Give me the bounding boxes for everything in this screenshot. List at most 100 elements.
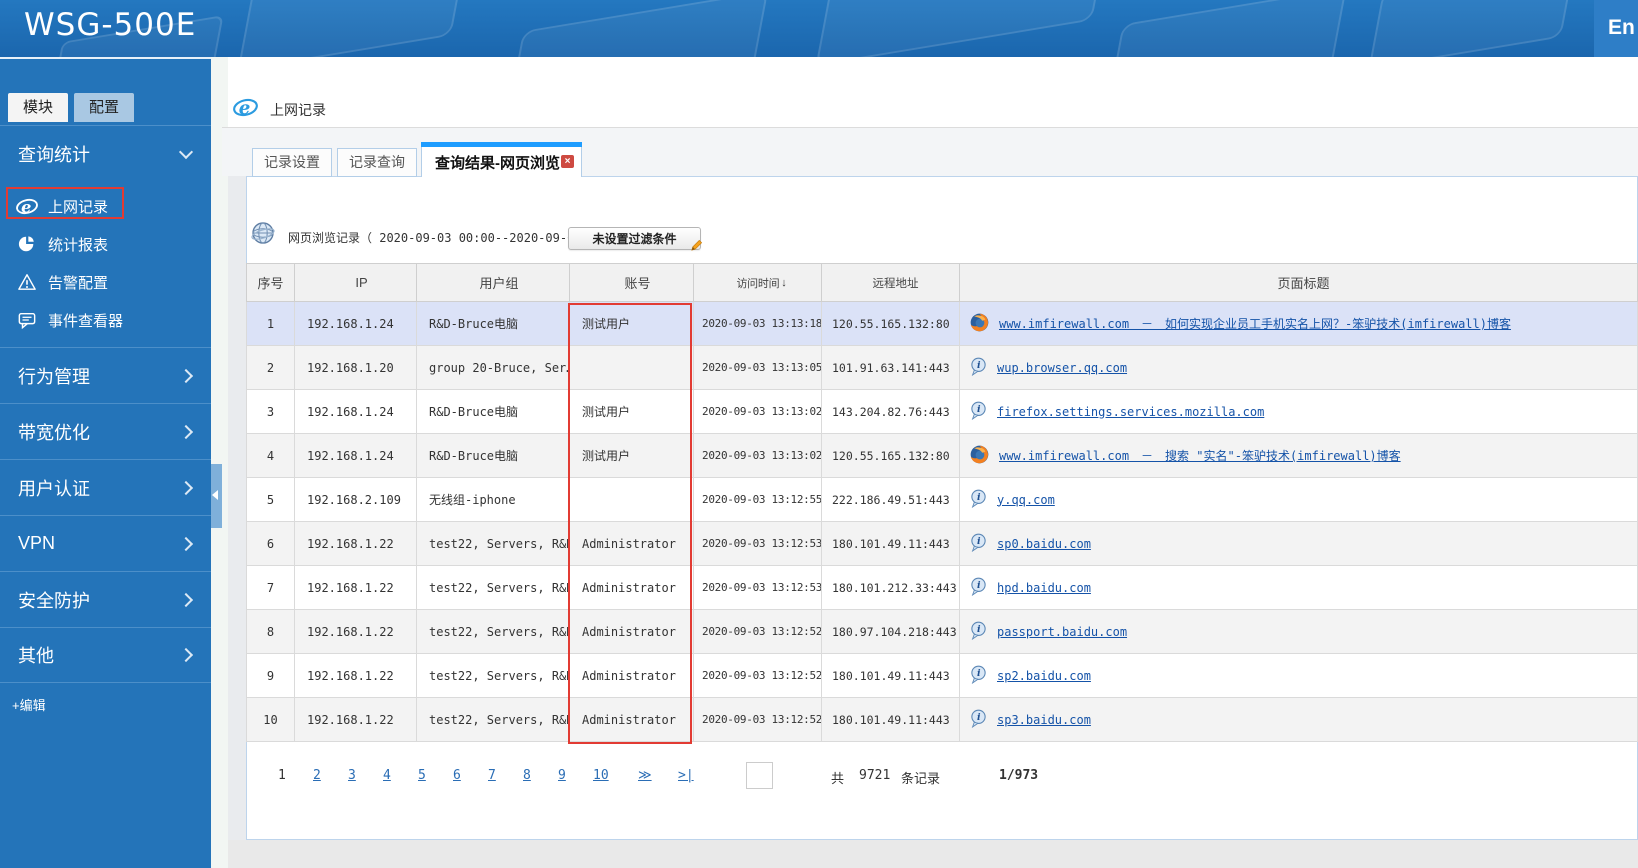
total-prefix-label: 共 <box>831 771 845 786</box>
page-link[interactable]: 6 <box>453 768 461 783</box>
chevron-right-icon <box>178 592 194 607</box>
table-cell: 192.168.1.24 <box>295 302 417 345</box>
language-switch[interactable]: En <box>1608 16 1635 40</box>
page-title-link[interactable]: sp2.baidu.com <box>997 669 1091 683</box>
sidebar-collapse-handle[interactable] <box>211 464 222 528</box>
page-link[interactable]: 4 <box>383 768 391 783</box>
table-cell: 192.168.1.22 <box>295 522 417 565</box>
next-pages-button[interactable]: ≫ <box>638 768 652 783</box>
ie-icon: e <box>233 95 258 125</box>
report-icon <box>16 235 38 253</box>
sidebar-section-label: 带宽优化 <box>18 422 90 443</box>
table-row[interactable]: 10 192.168.1.22 test22, Servers, R&D… Admin… <box>246 698 1638 742</box>
column-header-label: 账号 <box>624 276 651 291</box>
info-icon: i <box>970 401 987 423</box>
sidebar-section-header[interactable]: 行为管理 <box>0 347 211 403</box>
sidebar-item[interactable]: 统计报表 <box>0 225 211 263</box>
page-link[interactable]: 7 <box>488 768 496 783</box>
column-header[interactable]: IP <box>295 264 417 301</box>
filter-condition-button[interactable]: 未设置过滤条件 <box>568 227 701 250</box>
sidebar-item-label: 上网记录 <box>48 198 109 216</box>
column-header[interactable]: 用户组 <box>417 264 570 301</box>
page-link[interactable]: 8 <box>523 768 531 783</box>
table-cell: 180.97.104.218:443 <box>822 610 960 653</box>
svg-text:i: i <box>977 624 981 635</box>
table-cell: test22, Servers, R&D… <box>417 698 570 741</box>
page-link[interactable]: 2 <box>313 768 321 783</box>
sidebar-section-header[interactable]: 查询统计 <box>0 125 211 181</box>
page-jump-input[interactable] <box>746 762 773 789</box>
table-row[interactable]: 7 192.168.1.22 test22, Servers, R&D… Admini… <box>246 566 1638 610</box>
svg-text:i: i <box>977 580 981 591</box>
column-header-label: 用户组 <box>479 276 519 291</box>
table-row[interactable]: 2 192.168.1.20 group 20-Bruce, Ser… 2020-09… <box>246 346 1638 390</box>
page-title-cell: i firefox.settings.services.mozilla.com <box>960 390 1637 433</box>
sidebar-section-header[interactable]: 其他 <box>0 627 211 683</box>
chevron-right-icon <box>178 480 194 495</box>
sidebar-item[interactable]: 事件查看器 <box>0 301 211 339</box>
tab-record-query[interactable]: 记录查询 <box>337 148 417 177</box>
sidebar-menu: 查询统计 e 上网记录统计报表 告警配置事件查看器行为管理带宽优化用户认证 VPN 安全防… <box>0 125 211 683</box>
page-title-link[interactable]: hpd.baidu.com <box>997 581 1091 595</box>
table-row[interactable]: 4 192.168.1.24 R&D-Bruce电脑 测试用户 2020-09-03 1… <box>246 434 1638 478</box>
page-title-link[interactable]: wup.browser.qq.com <box>997 361 1127 375</box>
sidebar-edit-link[interactable]: +编辑 <box>12 695 46 714</box>
column-header[interactable]: 账号 <box>570 264 694 301</box>
sidebar-tab-config[interactable]: 配置 <box>74 93 135 122</box>
column-header[interactable]: 序号 <box>247 264 295 301</box>
page-link[interactable]: 9 <box>558 768 566 783</box>
page-title-cell: i y.qq.com <box>960 478 1637 521</box>
firefox-icon <box>970 445 989 467</box>
column-header[interactable]: 访问时间 ↓ <box>694 264 822 301</box>
pencil-icon[interactable] <box>690 239 703 257</box>
sidebar-section-label: 查询统计 <box>18 144 90 165</box>
page-ratio: 1/973 <box>999 768 1039 783</box>
tab-label: 查询结果-网页浏览 <box>435 155 560 172</box>
close-icon[interactable]: × <box>561 155 574 168</box>
table-cell: 2020-09-03 13:12:53 <box>694 522 822 565</box>
column-header[interactable]: 远程地址 <box>822 264 960 301</box>
chevron-down-icon <box>178 144 194 159</box>
table-cell: Administrator <box>570 698 694 741</box>
table-row[interactable]: 6 192.168.1.22 test22, Servers, R&D… Admini… <box>246 522 1638 566</box>
sidebar-tab-modules[interactable]: 模块 <box>8 93 69 122</box>
svg-text:e: e <box>21 197 31 216</box>
page-title: 上网记录 <box>270 102 326 118</box>
page-title-link[interactable]: sp3.baidu.com <box>997 713 1091 727</box>
tab-query-result-active[interactable]: 查询结果-网页浏览 × <box>421 142 582 177</box>
column-header[interactable]: 页面标题 <box>960 264 1637 301</box>
table-cell: Administrator <box>570 566 694 609</box>
table-cell: 120.55.165.132:80 <box>822 434 960 477</box>
table-cell: 2020-09-03 13:13:02 <box>694 390 822 433</box>
table-row[interactable]: 9 192.168.1.22 test22, Servers, R&D… Admini… <box>246 654 1638 698</box>
last-page-button[interactable]: >| <box>678 768 694 783</box>
sidebar-section-header[interactable]: VPN <box>0 515 211 571</box>
table-cell: 8 <box>247 610 295 653</box>
table-cell: 180.101.49.11:443 <box>822 698 960 741</box>
sidebar-item[interactable]: 告警配置 <box>0 263 211 301</box>
table-row[interactable]: 1 192.168.1.24 R&D-Bruce电脑 测试用户 2020-09-03 1… <box>246 302 1638 346</box>
sidebar-item-label: 事件查看器 <box>48 312 124 330</box>
page-title-link[interactable]: firefox.settings.services.mozilla.com <box>997 405 1264 419</box>
table-row[interactable]: 3 192.168.1.24 R&D-Bruce电脑 测试用户 2020-09-03 1… <box>246 390 1638 434</box>
page-link[interactable]: 5 <box>418 768 426 783</box>
column-header-label: 序号 <box>257 276 284 291</box>
table-row[interactable]: 5 192.168.2.109 无线组-iphone 2020-09-03 13:12… <box>246 478 1638 522</box>
total-count: 9721 <box>859 768 891 783</box>
keyboard-decoration <box>505 0 769 57</box>
page-title-link[interactable]: www.imfirewall.com － 搜索 "实名"-笨驴技术(imfire… <box>999 447 1401 464</box>
page-title-link[interactable]: sp0.baidu.com <box>997 537 1091 551</box>
table-cell: 222.186.49.51:443 <box>822 478 960 521</box>
sidebar-item[interactable]: e 上网记录 <box>0 187 211 225</box>
tab-record-settings[interactable]: 记录设置 <box>252 148 332 177</box>
sidebar-section-header[interactable]: 安全防护 <box>0 571 211 627</box>
page-title-link[interactable]: www.imfirewall.com － 如何实现企业员工手机实名上网？-笨驴技… <box>999 315 1511 332</box>
page-title-link[interactable]: y.qq.com <box>997 493 1055 507</box>
page-link[interactable]: 3 <box>348 768 356 783</box>
page-link[interactable]: 10 <box>593 768 609 783</box>
table-row[interactable]: 8 192.168.1.22 test22, Servers, R&D… Admini… <box>246 610 1638 654</box>
sidebar-section-header[interactable]: 用户认证 <box>0 459 211 515</box>
page-title-link[interactable]: passport.baidu.com <box>997 625 1127 639</box>
table-cell: Administrator <box>570 654 694 697</box>
sidebar-section-header[interactable]: 带宽优化 <box>0 403 211 459</box>
